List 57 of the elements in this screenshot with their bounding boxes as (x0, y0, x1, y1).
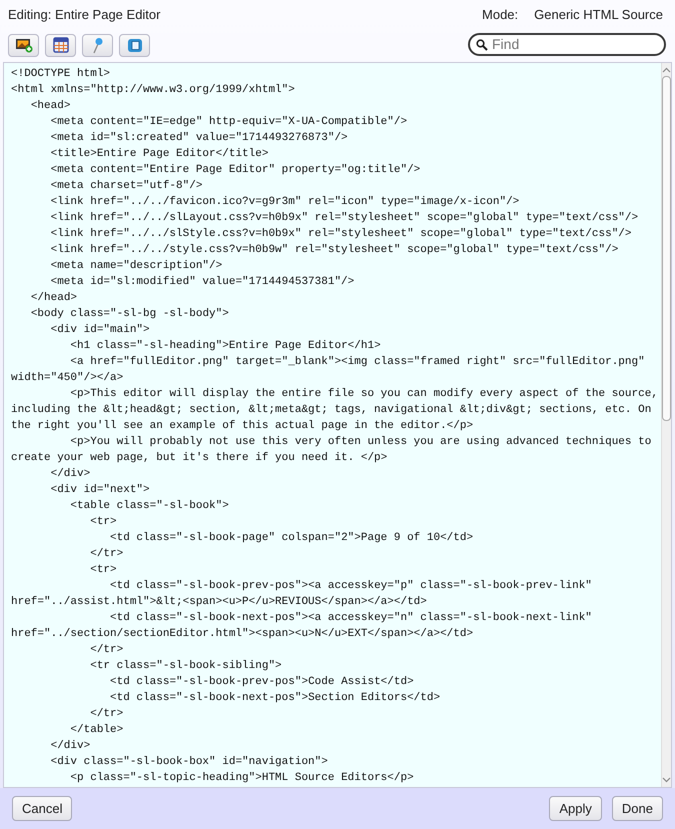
code-line: <td class="-sl-book-prev-pos">Code Assist</td> (109, 675, 415, 690)
insert-image-button[interactable] (8, 34, 39, 56)
code-line: <a href="fullEditor.png" target="_blank"><img class="framed right" src="fullEditor.png" width="450"/></a> (11, 355, 646, 386)
mode-value: Generic HTML Source (534, 6, 663, 24)
scroll-up-icon[interactable] (662, 66, 671, 75)
dialog-button[interactable]: Apply (549, 796, 602, 821)
code-line: <link href="../../slLayout.css?v=h0b9x" rel="stylesheet" scope="global" type="text/css"/> (50, 211, 640, 226)
code-line: <meta charset="utf-8"/> (50, 179, 204, 194)
code-line: <div id="next"> (50, 483, 151, 498)
code-line: <td class="-sl-book-next-pos"><a accesskey="n" class="-sl-book-next-link" href="../section/sectionEditor.html"><span><u>N</u>EXT</span></a></td> (11, 611, 593, 642)
table-button[interactable] (45, 34, 76, 56)
code-line: <link href="../../style.css?v=h0b9w" rel="stylesheet" scope="global" type="text/css"/> (50, 243, 620, 258)
dialog-button[interactable]: Done (612, 796, 663, 821)
code-line: </table> (69, 723, 124, 738)
code-line: <h1 class="-sl-heading">Entire Page Editor</h1> (69, 339, 382, 354)
code-line: <td class="-sl-book-prev-pos"><a accesskey="p" class="-sl-book-prev-link" href="../assist.html">&lt;<span><u>P</u>REVIOUS</span></a></td> (11, 579, 593, 610)
image-add-icon (14, 37, 32, 53)
code-line: <link href="../../favicon.ico?v=g9r3m" rel="icon" type="image/x-icon"/> (50, 195, 520, 210)
code-line: <meta content="IE=edge" http-equiv="X-UA-Compatible"/> (50, 115, 408, 130)
table-icon (52, 37, 68, 53)
code-line: <meta id="sl:created" value="1714493276873"/> (50, 131, 349, 146)
code-line: <p>You will probably not use this very often unless you are using advanced techniques to create your web page, but it's there if you need it. </p> (11, 435, 652, 466)
code-line: <td class="-sl-book-page" colspan="2">Page 9 of 10</td> (109, 531, 474, 546)
pin-icon (92, 36, 104, 54)
code-line: <tr> (89, 563, 118, 578)
code-line: <table class="-sl-book"> (69, 499, 230, 514)
mode-label: Mode: (482, 6, 518, 24)
code-line: <td class="-sl-book-next-pos">Section Editors</td> (109, 691, 442, 706)
scroll-down-icon[interactable] (662, 775, 671, 784)
code-line: </tr> (89, 547, 124, 562)
code-line: <head> (30, 99, 72, 114)
code-line: </tr> (89, 643, 124, 658)
code-line: <tr> (89, 515, 118, 530)
code-line: <!DOCTYPE html> (11, 67, 112, 82)
code-line: <div id="main"> (50, 323, 151, 338)
pin-button[interactable] (82, 34, 113, 56)
code-line: </div> (50, 739, 92, 754)
code-line: <div class="-sl-book-box" id="navigation"> (50, 755, 329, 770)
code-line: </div> (50, 467, 92, 482)
code-line: <html xmlns="http://www.w3.org/1999/xhtml"> (11, 83, 296, 98)
search-field[interactable]: Find (468, 32, 666, 56)
code-line: <meta content="Entire Page Editor" property="og:title"/> (50, 163, 422, 178)
window-title: Editing: Entire Page Editor (8, 6, 160, 24)
document-button[interactable] (119, 34, 150, 56)
code-line: <p class="-sl-topic-heading">HTML Source Editors</p> (69, 771, 415, 786)
code-line: <tr class="-sl-book-sibling"> (89, 659, 283, 674)
code-line: </tr> (89, 707, 124, 722)
code-line: <meta name="description"/> (50, 259, 224, 274)
code-line: <body class="-sl-bg -sl-body"> (30, 307, 230, 322)
code-line: </head> (30, 291, 78, 306)
code-line: <link href="../../slStyle.css?v=h0b9x" rel="stylesheet" scope="global" type="text/css"/> (50, 227, 633, 242)
cancel-button[interactable]: Cancel (12, 796, 72, 821)
document-icon (126, 37, 142, 53)
code-line: <p>This editor will display the entire file so you can modify every aspect of the source, including the &lt;head&gt; section, &lt;meta&gt; tags, navigational &lt;div&gt; sections, etc. On the right you'll see an example of this actual page in the editor.</p> (11, 387, 659, 434)
search-icon (476, 38, 488, 51)
code-line: <title>Entire Page Editor</title> (50, 147, 270, 162)
code-line: <meta id="sl:modified" value="1714494537381"/> (50, 275, 356, 290)
